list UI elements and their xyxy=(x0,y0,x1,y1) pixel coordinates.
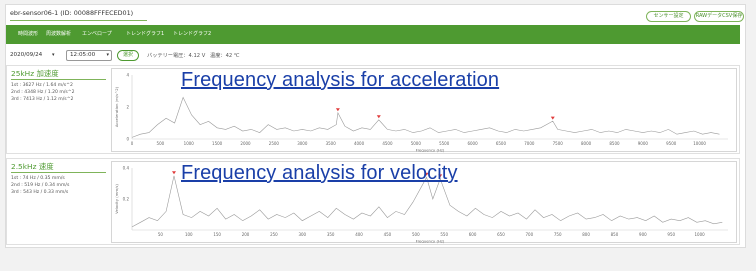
acceleration-overlay-label: Frequency analysis for acceleration xyxy=(181,69,500,91)
controls-row: 2020/09/24 ▾ 12:05:00 ▾ 選択 バッテリー電圧：4.12 … xyxy=(6,49,406,63)
acceleration-peak-3: 3rd : 7413 Hz / 1.12 m/s^2 xyxy=(11,97,74,102)
velocity-x-tick-label: 900 xyxy=(639,232,647,237)
velocity-x-tick-label: 200 xyxy=(242,232,250,237)
acceleration-x-tick-label: 1500 xyxy=(212,141,223,146)
acceleration-series-line xyxy=(131,96,720,138)
velocity-x-tick-label: 250 xyxy=(270,232,278,237)
velocity-y-tick-label: 0.4 xyxy=(123,166,130,171)
velocity-x-tick-label: 100 xyxy=(185,232,193,237)
velocity-x-tick-label: 450 xyxy=(384,232,392,237)
velocity-x-tick-label: 700 xyxy=(526,232,534,237)
velocity-x-tick-label: 150 xyxy=(213,232,221,237)
acceleration-x-tick-label: 9500 xyxy=(666,141,677,146)
velocity-y-tick-label: 0.2 xyxy=(123,197,130,202)
acceleration-peak-2: 2nd : 4348 Hz / 1.20 m/s^2 xyxy=(11,90,75,95)
acceleration-y-tick-label: 2 xyxy=(126,105,129,110)
velocity-overlay-label: Frequency analysis for velocity xyxy=(181,162,458,184)
velocity-x-tick-label: 800 xyxy=(582,232,590,237)
velocity-x-tick-label: 850 xyxy=(611,232,619,237)
acceleration-x-tick-label: 500 xyxy=(157,141,165,146)
velocity-title: 2.5kHz 速度 xyxy=(11,162,54,171)
velocity-x-tick-label: 600 xyxy=(469,232,477,237)
acceleration-x-tick-label: 2000 xyxy=(240,141,251,146)
device-title: ebr-sensor06-1 (ID: 00088FFFECED01) xyxy=(10,9,134,17)
acceleration-x-tick-label: 8000 xyxy=(581,141,592,146)
velocity-y-axis-label: Velocity (mm/s) xyxy=(114,184,119,214)
acceleration-x-tick-label: 7000 xyxy=(524,141,535,146)
tab-trend-graph-2[interactable]: トレンドグラフ2 xyxy=(173,25,211,44)
acceleration-x-tick-label: 8500 xyxy=(609,141,620,146)
acceleration-x-tick-label: 5500 xyxy=(439,141,450,146)
time-value: 12:05:00 xyxy=(70,52,96,58)
acceleration-x-axis-label: Frequency (Hz) xyxy=(416,148,445,153)
time-select[interactable]: 12:05:00 ▾ xyxy=(66,50,112,61)
tab-time-waveform[interactable]: 時間波形 xyxy=(18,25,38,44)
raw-csv-save-button[interactable]: RAWデータCSV保存 xyxy=(694,11,744,22)
velocity-x-tick-label: 400 xyxy=(355,232,363,237)
acceleration-summary: 25kHz 加速度 1st : 3627 Hz / 1.64 m/s^2 2nd… xyxy=(7,66,109,153)
velocity-x-tick-label: 50 xyxy=(158,232,164,237)
velocity-peak-1: 1st : 74 Hz / 0.35 mm/s xyxy=(11,176,65,181)
velocity-x-tick-label: 500 xyxy=(412,232,420,237)
tab-envelope[interactable]: エンベロープ xyxy=(82,25,112,44)
acceleration-x-tick-label: 9000 xyxy=(638,141,649,146)
velocity-summary: 2.5kHz 速度 1st : 74 Hz / 0.35 mm/s 2nd : … xyxy=(7,159,109,244)
velocity-x-tick-label: 1000 xyxy=(695,232,706,237)
acceleration-peak-marker-2 xyxy=(376,115,381,119)
acceleration-y-tick-label: 4 xyxy=(126,73,129,78)
acceleration-x-tick-label: 7500 xyxy=(553,141,564,146)
velocity-x-axis-label: Frequency (Hz) xyxy=(416,239,445,244)
tab-trend-graph-1[interactable]: トレンドグラフ1 xyxy=(126,25,164,44)
tab-frequency-analysis[interactable]: 周波数解析 xyxy=(46,25,71,44)
acceleration-x-tick-label: 1000 xyxy=(184,141,195,146)
chevron-down-icon: ▾ xyxy=(106,52,109,58)
velocity-peak-marker-1 xyxy=(172,171,177,175)
title-underline xyxy=(10,20,147,21)
velocity-x-tick-label: 550 xyxy=(440,232,448,237)
velocity-x-tick-label: 950 xyxy=(667,232,675,237)
acceleration-x-tick-label: 2500 xyxy=(269,141,280,146)
acceleration-peak-marker-1 xyxy=(335,108,340,112)
battery-voltage: バッテリー電圧：4.12 V xyxy=(147,53,206,59)
acceleration-x-tick-label: 6500 xyxy=(496,141,507,146)
velocity-peak-3: 3rd : 543 Hz / 0.33 mm/s xyxy=(11,190,69,195)
date-input[interactable]: 2020/09/24 xyxy=(10,52,42,58)
acceleration-x-tick-label: 3000 xyxy=(297,141,308,146)
acceleration-y-axis-label: Acceleration (m/s^2) xyxy=(114,86,119,127)
tab-bar: 時間波形 周波数解析 エンベロープ トレンドグラフ1 トレンドグラフ2 xyxy=(6,25,740,44)
velocity-x-tick-label: 750 xyxy=(554,232,562,237)
acceleration-title-rule xyxy=(11,79,106,80)
acceleration-x-tick-label: 3500 xyxy=(326,141,337,146)
sensor-settings-button[interactable]: センサー設定 xyxy=(646,11,691,22)
velocity-title-rule xyxy=(11,172,106,173)
acceleration-x-tick-label: 0 xyxy=(131,141,134,146)
acceleration-peak-1: 1st : 3627 Hz / 1.64 m/s^2 xyxy=(11,83,73,88)
acceleration-title: 25kHz 加速度 xyxy=(11,69,59,78)
acceleration-x-tick-label: 5000 xyxy=(411,141,422,146)
acceleration-y-tick-label: 0 xyxy=(126,137,129,142)
acceleration-x-tick-label: 6000 xyxy=(467,141,478,146)
date-caret-icon[interactable]: ▾ xyxy=(52,52,55,58)
acceleration-x-tick-label: 10000 xyxy=(693,141,706,146)
select-button[interactable]: 選択 xyxy=(117,50,139,61)
velocity-x-tick-label: 650 xyxy=(497,232,505,237)
velocity-x-tick-label: 350 xyxy=(327,232,335,237)
acceleration-x-tick-label: 4000 xyxy=(354,141,365,146)
velocity-x-tick-label: 300 xyxy=(298,232,306,237)
acceleration-x-tick-label: 4500 xyxy=(382,141,393,146)
velocity-peak-2: 2nd : 519 Hz / 0.34 mm/s xyxy=(11,183,70,188)
acceleration-peak-marker-3 xyxy=(550,116,555,120)
temperature: 温度：42 ℃ xyxy=(210,53,240,59)
